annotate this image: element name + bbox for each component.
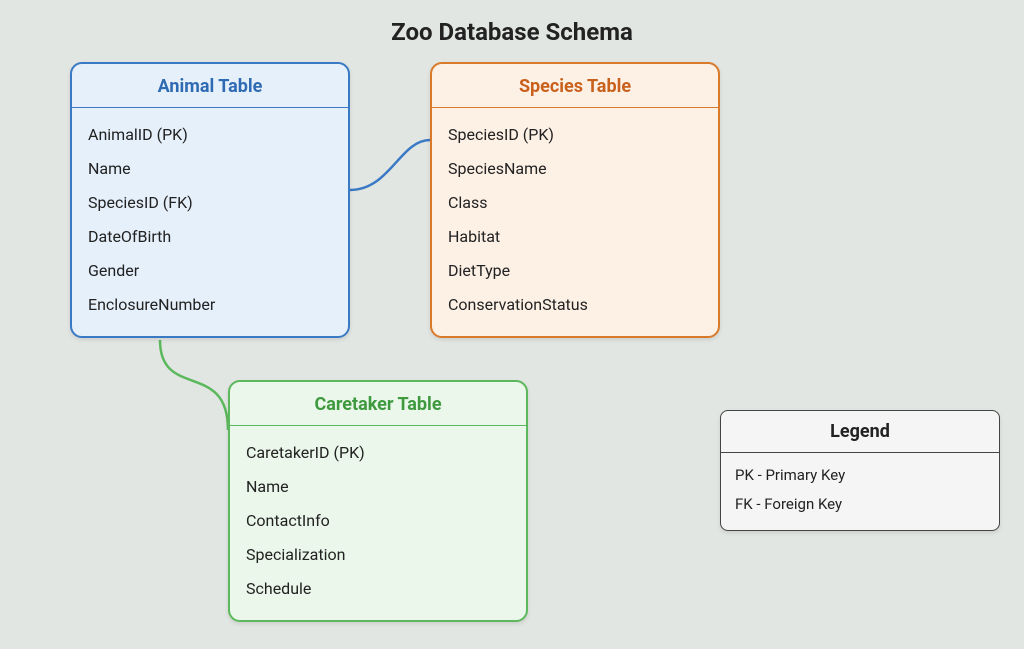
table-animal-header: Animal Table: [72, 64, 348, 108]
table-caretaker-header: Caretaker Table: [230, 382, 526, 426]
diagram-title: Zoo Database Schema: [0, 18, 1024, 46]
legend-item: FK - Foreign Key: [735, 490, 985, 519]
field: Name: [88, 152, 332, 186]
field: Name: [246, 470, 510, 504]
connector-animal-species: [350, 140, 430, 190]
field: EnclosureNumber: [88, 288, 332, 322]
table-species-body: SpeciesID (PK) SpeciesName Class Habitat…: [432, 108, 718, 336]
field: Habitat: [448, 220, 702, 254]
legend-header: Legend: [721, 411, 999, 453]
field: DateOfBirth: [88, 220, 332, 254]
field: AnimalID (PK): [88, 118, 332, 152]
table-caretaker-body: CaretakerID (PK) Name ContactInfo Specia…: [230, 426, 526, 620]
field: Gender: [88, 254, 332, 288]
field: DietType: [448, 254, 702, 288]
table-animal-body: AnimalID (PK) Name SpeciesID (FK) DateOf…: [72, 108, 348, 336]
field: SpeciesID (FK): [88, 186, 332, 220]
table-species-header: Species Table: [432, 64, 718, 108]
field: CaretakerID (PK): [246, 436, 510, 470]
field: Specialization: [246, 538, 510, 572]
field: ContactInfo: [246, 504, 510, 538]
field: Schedule: [246, 572, 510, 606]
table-caretaker: Caretaker Table CaretakerID (PK) Name Co…: [228, 380, 528, 622]
field: SpeciesID (PK): [448, 118, 702, 152]
field: Class: [448, 186, 702, 220]
connector-animal-caretaker: [160, 340, 228, 430]
legend-item: PK - Primary Key: [735, 461, 985, 490]
field: ConservationStatus: [448, 288, 702, 322]
table-species: Species Table SpeciesID (PK) SpeciesName…: [430, 62, 720, 338]
legend-body: PK - Primary Key FK - Foreign Key: [721, 453, 999, 530]
table-animal: Animal Table AnimalID (PK) Name SpeciesI…: [70, 62, 350, 338]
legend-box: Legend PK - Primary Key FK - Foreign Key: [720, 410, 1000, 531]
field: SpeciesName: [448, 152, 702, 186]
